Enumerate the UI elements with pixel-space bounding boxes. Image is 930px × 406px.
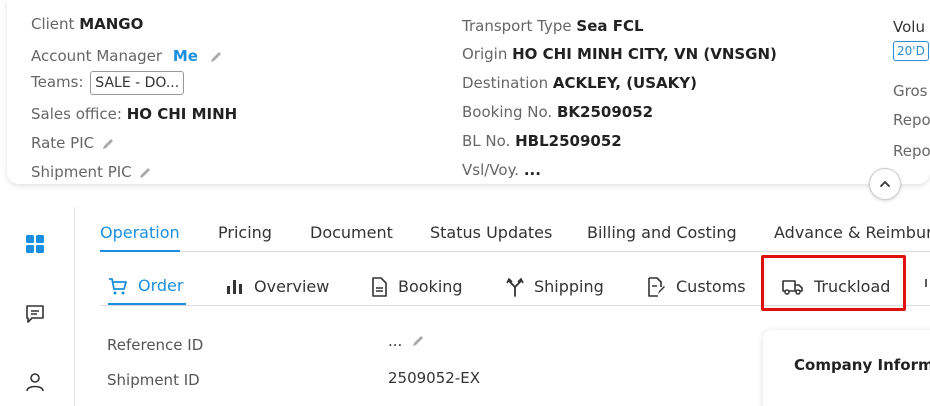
reference-id-label: Reference ID [107,336,204,354]
teams-tag[interactable]: SALE - DO... [90,71,185,95]
sales-office-field: Sales office: HO CHI MINH [31,104,237,124]
tab-pricing[interactable]: Pricing [218,222,272,252]
shipment-header-card: Client MANGO Account Manager Me Teams: S… [7,0,930,184]
document-edit-icon [648,276,665,297]
truck-icon [782,279,803,295]
rate-pic-label: Rate PIC [31,134,95,152]
subtab-customs-label: Customs [676,277,746,296]
more-tabs-icon[interactable] [924,277,930,295]
vsl-voy-value: ... [523,161,541,179]
dashboard-icon[interactable] [24,233,46,255]
transport-type-field: Transport Type Sea FCL [462,16,644,36]
shipment-pic-field: Shipment PIC [31,162,152,182]
client-label: Client [31,15,75,33]
sub-tabs: Order Overview Booking Shipping Customs [100,268,930,306]
document-icon [372,276,387,297]
company-information-card: Company Inform [763,330,930,406]
subtab-shipping-label: Shipping [534,277,604,296]
origin-value: HO CHI MINH CITY, VN (VNSGN) [512,45,777,63]
bl-no-value: HBL2509052 [515,132,622,150]
subtab-booking-label: Booking [398,277,463,296]
subtab-overview[interactable]: Overview [226,268,329,305]
shipment-id-label: Shipment ID [107,371,200,389]
vsl-voy-label: Vsl/Voy. [462,161,520,179]
subtab-shipping[interactable]: Shipping [506,268,604,305]
tab-status-updates[interactable]: Status Updates [430,222,552,252]
report-label: Repo [893,111,930,129]
account-manager-field: Account Manager Me [31,46,223,66]
volume-label: Volu [893,18,925,36]
report-label-2: Repo [893,142,930,160]
subtab-order-label: Order [138,276,184,295]
volume-tag: 20'D [893,41,929,61]
booking-no-field: Booking No. BK2509052 [462,102,653,122]
rate-pic-field: Rate PIC [31,133,115,153]
tab-billing-and-costing[interactable]: Billing and Costing [587,222,737,252]
user-icon[interactable] [24,371,46,393]
origin-label: Origin [462,45,508,63]
transport-type-label: Transport Type [462,17,572,35]
booking-no-value: BK2509052 [556,103,654,121]
edit-pencil-icon[interactable] [209,50,223,64]
sales-office-value: HO CHI MINH [126,105,238,123]
subtab-overview-label: Overview [254,277,330,296]
origin-field: Origin HO CHI MINH CITY, VN (VNSGN) [462,44,777,64]
chevron-up-icon [880,180,890,187]
company-information-title: Company Inform [794,356,930,374]
vsl-voy-field: Vsl/Voy. ... [462,160,541,180]
client-field: Client MANGO [31,14,143,34]
booking-no-label: Booking No. [462,103,553,121]
account-manager-value: Me [172,47,198,65]
main-tabs: Operation Pricing Document Status Update… [100,222,930,252]
edit-pencil-icon[interactable] [411,334,425,348]
subtab-order[interactable]: Order [108,268,186,305]
gross-label: Gros [893,82,928,100]
edit-pencil-icon[interactable] [138,166,152,180]
collapse-header-button[interactable] [869,168,901,200]
shipment-pic-label: Shipment PIC [31,163,132,181]
volume-field: 20'D [893,40,929,61]
left-sidebar [0,207,75,406]
subtab-truckload-label: Truckload [814,277,891,296]
message-icon[interactable] [24,303,46,325]
account-manager-label: Account Manager [31,47,163,65]
client-value: MANGO [79,15,144,33]
tab-advance-reimbursement[interactable]: Advance & Reimbur [774,222,930,252]
subtab-booking[interactable]: Booking [370,268,463,305]
destination-field: Destination ACKLEY, (USAKY) [462,73,697,93]
bl-no-label: BL No. [462,132,511,150]
subtab-truckload[interactable]: Truckload [782,268,890,305]
subtab-customs[interactable]: Customs [646,268,746,305]
bl-no-field: BL No. HBL2509052 [462,131,622,151]
cart-icon [109,277,127,294]
transport-type-value: Sea FCL [576,17,644,35]
route-icon [506,277,524,297]
tab-operation[interactable]: Operation [100,222,180,252]
reference-id-value: ... [388,332,403,350]
destination-value: ACKLEY, (USAKY) [552,74,697,92]
teams-label: Teams: [31,73,84,91]
tab-document[interactable]: Document [310,222,393,252]
destination-label: Destination [462,74,549,92]
shipment-id-value: 2509052-EX [388,369,480,387]
edit-pencil-icon[interactable] [101,137,115,151]
teams-field: Teams: SALE - DO... [31,71,185,95]
bar-chart-icon [227,279,242,294]
sales-office-label: Sales office: [31,105,122,123]
